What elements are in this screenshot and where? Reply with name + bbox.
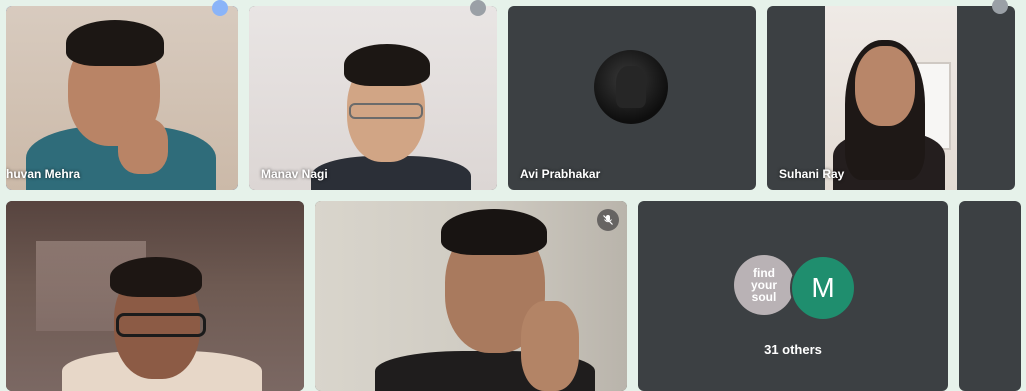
participant-tile-5[interactable] [6,201,304,391]
person-hair [66,20,164,66]
participant-name: huvan Mehra [6,167,81,181]
avatar-m: M [790,255,856,321]
participant-tile-1[interactable]: huvan Mehra [6,6,238,190]
avatar-silhouette [616,66,646,108]
hand [521,301,579,391]
glasses [116,313,206,337]
person-hair [344,44,430,86]
profile-avatar [594,50,668,124]
person-hair [110,257,202,297]
participant-tile-4[interactable]: Suhani Ray [767,6,1015,190]
participant-tile-3[interactable]: Avi Prabhakar [508,6,756,190]
hand [118,118,168,174]
participant-tile-8[interactable] [959,201,1021,391]
person-hair [441,209,547,255]
participant-tile-6[interactable] [315,201,627,391]
glasses [349,103,423,119]
others-tile[interactable]: find your soul M 31 others [638,201,948,391]
others-count: 31 others [764,342,822,357]
participant-name: Avi Prabhakar [520,167,601,181]
logo-text: find your soul [750,266,777,304]
participant-name: Suhani Ray [779,167,845,181]
participant-tile-2[interactable]: Manav Nagi [249,6,497,190]
meeting-grid: huvan Mehra Manav Nagi Avi Prabhakar Suh… [0,0,1026,391]
person-head [855,46,915,126]
participant-name: Manav Nagi [261,167,328,181]
more-options-icon[interactable] [470,0,486,16]
logo-avatar: find your soul [734,255,794,315]
avatar-letter: M [811,272,835,303]
mic-off-icon [597,209,619,231]
more-options-icon[interactable] [212,0,228,16]
